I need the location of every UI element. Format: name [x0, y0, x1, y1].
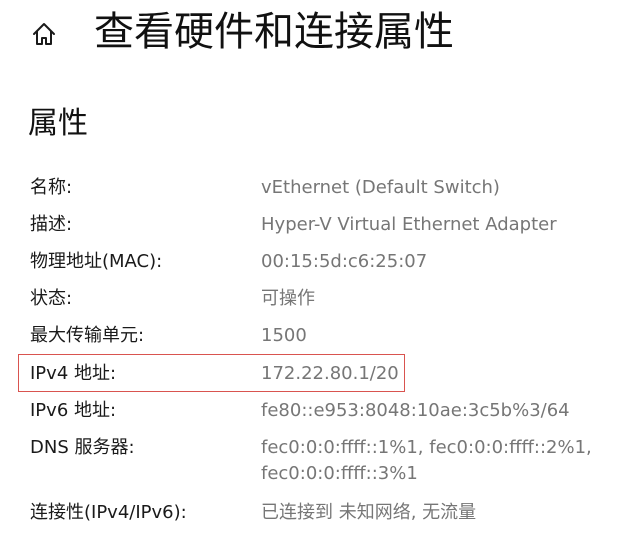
property-value[interactable]: fe80::e953:8048:10ae:3c5b%3/64: [261, 398, 621, 424]
page-title: 查看硬件和连接属性: [94, 9, 454, 55]
property-value[interactable]: 已连接到 未知网络, 无流量: [261, 500, 621, 526]
property-value[interactable]: 1500: [261, 323, 621, 349]
property-label: 物理地址(MAC):: [30, 251, 163, 272]
home-button[interactable]: [26, 16, 62, 52]
property-label: 最大传输单元:: [30, 325, 145, 346]
property-label: IPv4 地址:: [30, 363, 117, 384]
section-title: 属性: [28, 106, 88, 141]
home-icon: [33, 23, 55, 45]
property-label: IPv6 地址:: [30, 400, 117, 421]
property-value[interactable]: 可操作: [261, 286, 621, 312]
property-value[interactable]: 00:15:5d:c6:25:07: [261, 249, 621, 275]
property-label: 连接性(IPv4/IPv6):: [30, 502, 187, 523]
property-label: 名称:: [30, 177, 73, 198]
property-value[interactable]: fec0:0:0:ffff::1%1, fec0:0:0:ffff::2%1, …: [261, 435, 621, 487]
property-label: DNS 服务器:: [30, 437, 135, 458]
property-value[interactable]: Hyper-V Virtual Ethernet Adapter: [261, 212, 621, 238]
property-value[interactable]: vEthernet (Default Switch): [261, 175, 621, 201]
property-value[interactable]: 172.22.80.1/20: [261, 361, 621, 387]
property-label: 状态:: [30, 288, 73, 309]
header: 查看硬件和连接属性: [0, 0, 640, 70]
property-label: 描述:: [30, 214, 73, 235]
settings-page: 查看硬件和连接属性 属性 名称: vEthernet (Default Swit…: [0, 0, 640, 559]
